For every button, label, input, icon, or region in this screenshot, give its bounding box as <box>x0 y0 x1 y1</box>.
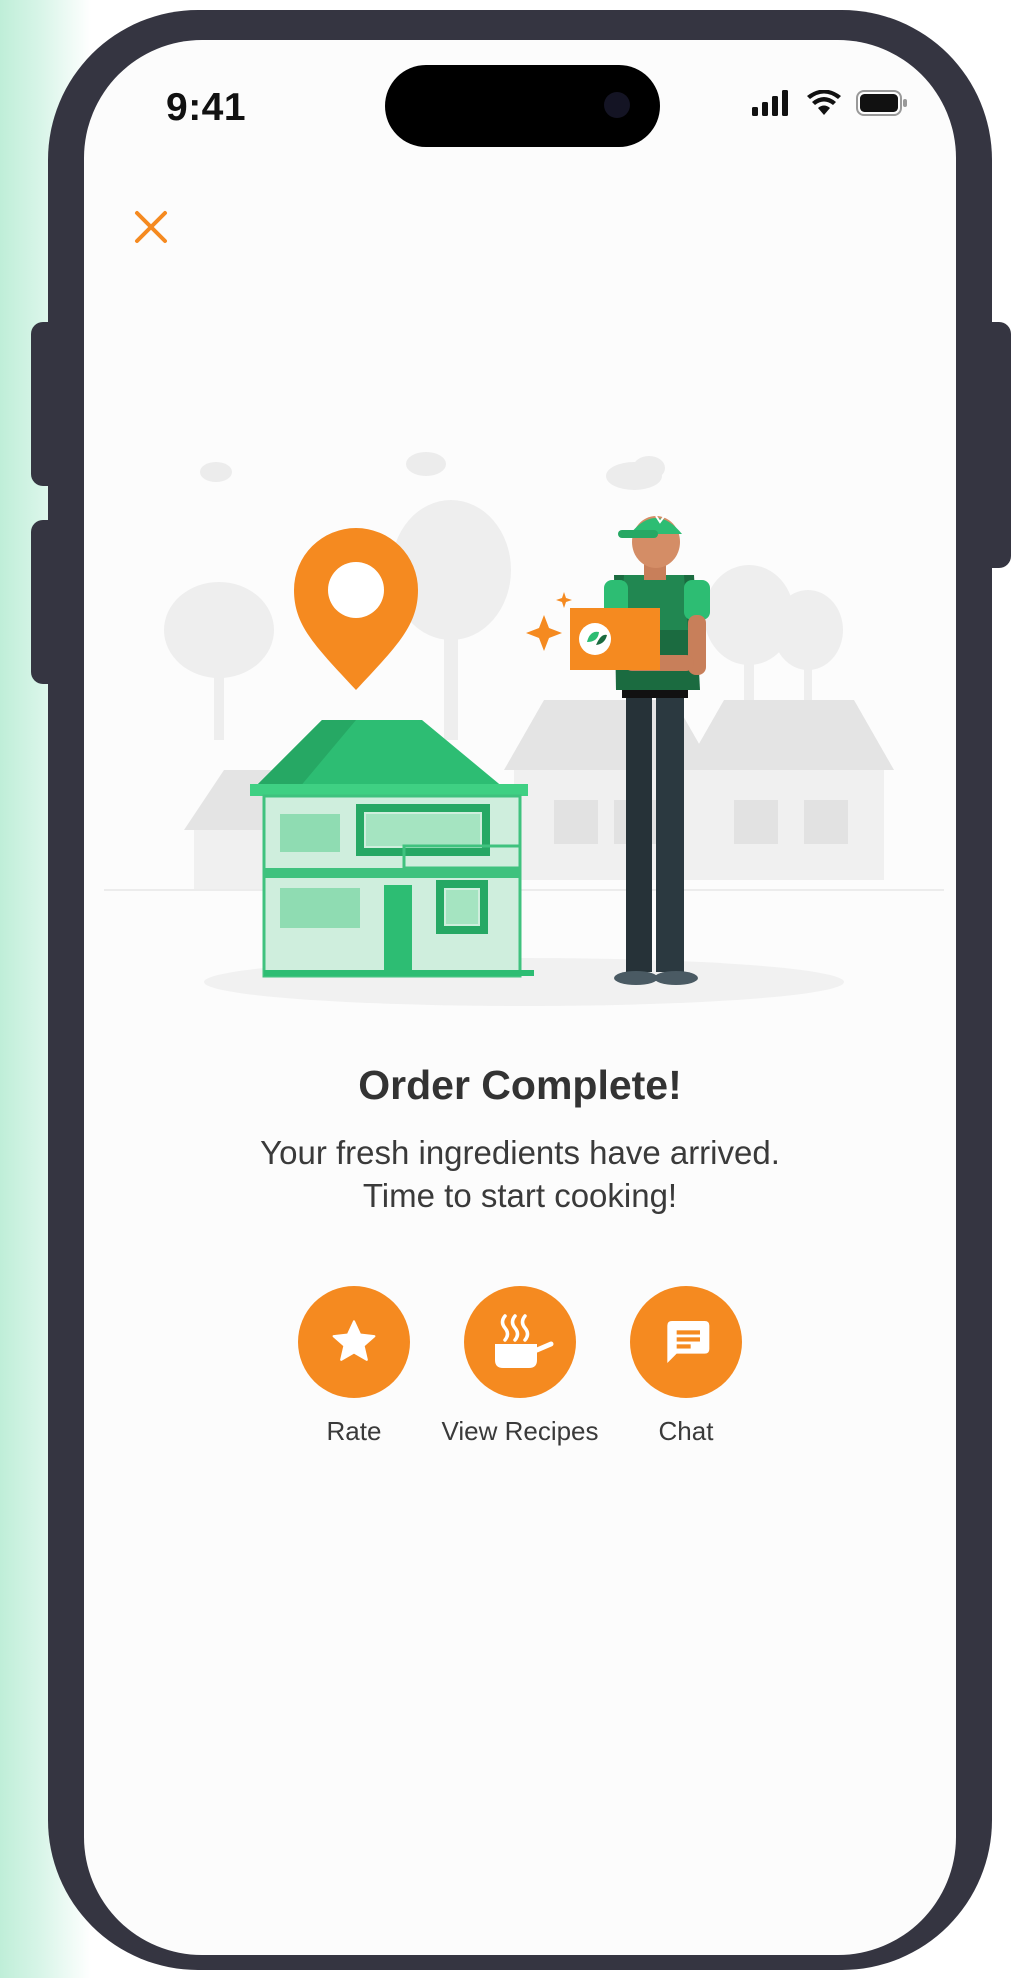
action-row: Rate View Recipes Chat <box>84 1286 956 1466</box>
phone-screen: 9:41 Order Complete! Your fresh ingredie… <box>84 40 956 1955</box>
wifi-icon <box>807 90 841 115</box>
message-line-1: Your fresh ingredients have arrived. <box>260 1134 780 1171</box>
message-line-2: Time to start cooking! <box>362 1177 678 1214</box>
star-icon <box>332 1320 376 1361</box>
status-icons <box>752 90 908 116</box>
delivery-illustration <box>104 452 944 1006</box>
rate-circle <box>298 1286 410 1398</box>
view-recipes-circle <box>464 1286 576 1398</box>
chat-bubble-icon <box>667 1321 710 1363</box>
status-time: 9:41 <box>166 86 247 129</box>
cooking-pot-icon <box>495 1314 554 1368</box>
camera-icon <box>604 92 630 118</box>
battery-icon <box>856 90 907 116</box>
dynamic-island <box>385 65 660 147</box>
chat-circle <box>630 1286 742 1398</box>
close-button[interactable] <box>129 205 173 249</box>
chat-label: Chat <box>658 1416 714 1446</box>
order-complete-title: Order Complete! <box>358 1062 682 1108</box>
signal-icon <box>752 90 788 116</box>
order-complete-message: Your fresh ingredients have arrived. Tim… <box>84 1131 956 1217</box>
close-icon <box>135 211 167 243</box>
chat-button[interactable]: Chat <box>586 1286 786 1447</box>
